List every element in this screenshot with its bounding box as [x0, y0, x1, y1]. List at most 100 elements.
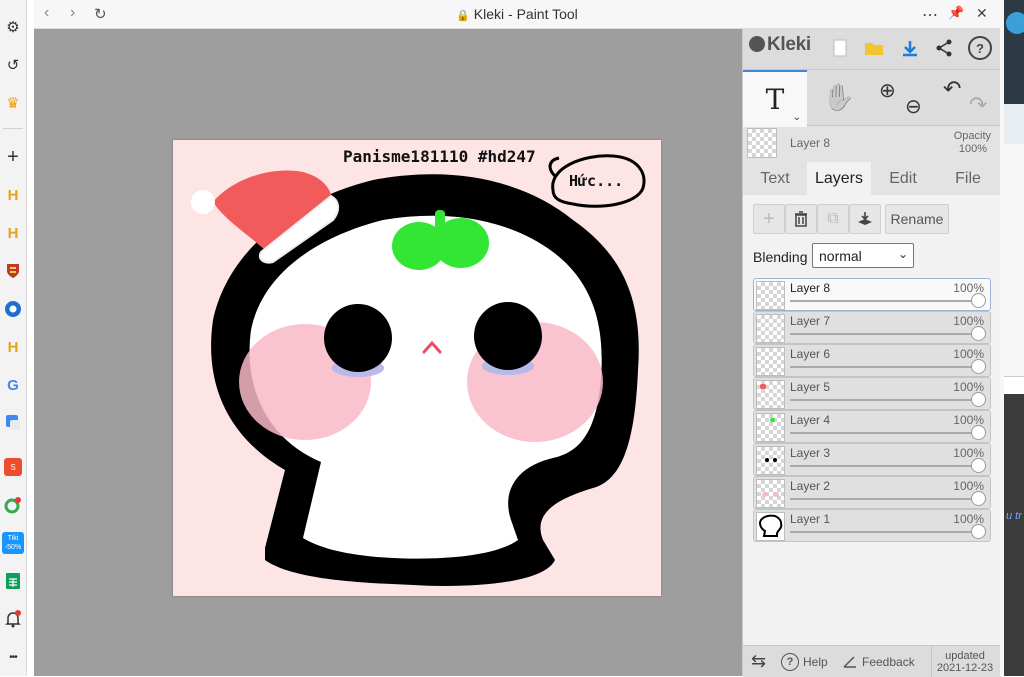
layer-row-6[interactable]: Layer 6 100%	[753, 344, 991, 377]
layer-thumbnail	[756, 281, 785, 310]
notification-icon	[1006, 12, 1024, 34]
add-icon[interactable]: +	[1, 146, 25, 168]
sheets-icon[interactable]	[1, 570, 25, 592]
text-tool-button[interactable]: T ⌄	[743, 70, 807, 127]
new-file-icon[interactable]	[827, 35, 853, 61]
layer-thumbnail	[756, 314, 785, 343]
title-bar: ‹ › ↻ 🔒 Kleki - Paint Tool ⋯ 📌 ✕	[34, 0, 1000, 29]
blending-value: normal	[819, 248, 862, 264]
layer-name: Layer 4	[790, 413, 831, 427]
swap-sides-icon[interactable]: ⇆	[751, 646, 766, 677]
opacity-slider-track[interactable]	[790, 531, 980, 533]
opacity-slider-track[interactable]	[790, 465, 980, 467]
h-app-icon-2[interactable]: H	[1, 222, 25, 244]
layer-name: Layer 5	[790, 380, 831, 394]
h-app-icon[interactable]: H	[1, 184, 25, 206]
hat-pompom	[191, 190, 215, 214]
layer-row-2[interactable]: Layer 2 100%	[753, 476, 991, 509]
delete-layer-button[interactable]	[785, 204, 817, 234]
more-options-icon[interactable]: ⋯	[922, 5, 938, 25]
layer-row-4[interactable]: Layer 4 100%	[753, 410, 991, 443]
merge-layer-button[interactable]	[849, 204, 881, 234]
rename-layer-button[interactable]: Rename	[885, 204, 949, 234]
opacity-slider-knob[interactable]	[971, 326, 986, 341]
app-logo[interactable]: Kleki	[749, 34, 811, 56]
opacity-slider-track[interactable]	[790, 498, 980, 500]
undo-icon[interactable]: ↶	[943, 76, 961, 102]
background-link-text: u tr	[1006, 510, 1022, 522]
opacity-label: Opacity	[953, 130, 991, 142]
opacity-slider-track[interactable]	[790, 300, 980, 302]
maps-icon[interactable]	[1, 494, 25, 516]
opacity-slider-track[interactable]	[790, 399, 980, 401]
layer-name: Layer 6	[790, 347, 831, 361]
opacity-slider-track[interactable]	[790, 432, 980, 434]
pin-icon[interactable]: 📌	[948, 5, 964, 21]
opacity-slider-track[interactable]	[790, 366, 980, 368]
updated-date: 2021-12-23	[936, 661, 994, 674]
tool-panel: Kleki ? T ⌄ ✋ ⊕ ⊖ ↶ ↷ Layer 8 Opacity 10…	[742, 29, 1001, 677]
shopee-icon[interactable]: S	[1, 456, 25, 478]
translate-icon[interactable]	[1, 412, 25, 434]
artwork-drawing: Panisme181110 #hd247 Hức...	[191, 147, 646, 586]
share-icon[interactable]	[931, 35, 957, 61]
duplicate-layer-button[interactable]: ⧉	[817, 204, 849, 234]
speech-text: Hức...	[569, 172, 623, 190]
google-icon[interactable]: G	[1, 374, 25, 396]
opacity-slider-knob[interactable]	[971, 359, 986, 374]
zoom-out-icon[interactable]: ⊖	[905, 94, 922, 119]
opacity-slider-knob[interactable]	[971, 392, 986, 407]
history-icon[interactable]: ↺	[1, 54, 25, 76]
tiki-icon[interactable]: Tiki -50%	[1, 532, 25, 554]
close-icon[interactable]: ✕	[976, 5, 988, 22]
chevron-down-icon[interactable]: ⌄	[793, 112, 801, 123]
help-button[interactable]: ? Help	[781, 646, 828, 677]
tab-file[interactable]: File	[935, 162, 1001, 195]
h-app-icon-3[interactable]: H	[1, 336, 25, 358]
lock-icon: 🔒	[456, 10, 470, 22]
zoom-in-icon[interactable]: ⊕	[879, 78, 896, 103]
updated-label: updated	[945, 649, 985, 662]
more-icon[interactable]: •••	[1, 646, 25, 668]
crown-icon[interactable]: ♛	[1, 92, 25, 114]
layer-name: Layer 7	[790, 314, 831, 328]
opacity-slider-track[interactable]	[790, 333, 980, 335]
bell-icon[interactable]	[1, 608, 25, 630]
tab-edit[interactable]: Edit	[871, 162, 935, 195]
layer-row-7[interactable]: Layer 7 100%	[753, 311, 991, 344]
opacity-slider-knob[interactable]	[971, 491, 986, 506]
feedback-button[interactable]: Feedback	[843, 646, 915, 677]
tab-text[interactable]: Text	[743, 162, 807, 195]
settings-icon[interactable]: ⚙	[1, 16, 25, 38]
layer-thumbnail	[756, 512, 785, 541]
layer-row-1[interactable]: Layer 1 100%	[753, 509, 991, 542]
current-layer-header: Layer 8 Opacity 100%	[743, 126, 1001, 162]
open-folder-icon[interactable]	[861, 35, 887, 61]
artwork-canvas[interactable]: Panisme181110 #hd247 Hức...	[173, 140, 661, 596]
layer-row-3[interactable]: Layer 3 100%	[753, 443, 991, 476]
panel-footer: ⇆ ? Help Feedback updated 2021-12-23	[743, 645, 1001, 677]
tools-row: T ⌄ ✋ ⊕ ⊖ ↶ ↷	[743, 70, 1001, 127]
sprout-right-leaf	[433, 218, 489, 268]
download-icon[interactable]	[897, 35, 923, 61]
layer-row-8[interactable]: Layer 8 100%	[753, 278, 991, 311]
blending-select[interactable]: normal ⌄	[812, 243, 914, 268]
help-icon[interactable]: ?	[967, 35, 993, 61]
text-tool-icon: T	[765, 83, 785, 116]
add-layer-button[interactable]: +	[753, 204, 785, 234]
opacity-slider-knob[interactable]	[971, 425, 986, 440]
window-title-text: Kleki - Paint Tool	[473, 6, 578, 22]
layer-name: Layer 3	[790, 446, 831, 460]
edge-icon[interactable]	[1, 298, 25, 320]
tab-layers[interactable]: Layers	[807, 162, 871, 195]
layer-row-5[interactable]: Layer 5 100%	[753, 377, 991, 410]
redo-icon[interactable]: ↷	[969, 92, 987, 118]
opacity-slider-knob[interactable]	[971, 293, 986, 308]
canvas-area[interactable]: Panisme181110 #hd247 Hức...	[34, 29, 742, 676]
opacity-slider-knob[interactable]	[971, 524, 986, 539]
hand-tool-button[interactable]: ✋	[807, 70, 871, 125]
shield-icon[interactable]	[1, 260, 25, 282]
feedback-icon	[843, 655, 856, 668]
opacity-slider-knob[interactable]	[971, 458, 986, 473]
background-dark-panel	[1004, 0, 1024, 104]
